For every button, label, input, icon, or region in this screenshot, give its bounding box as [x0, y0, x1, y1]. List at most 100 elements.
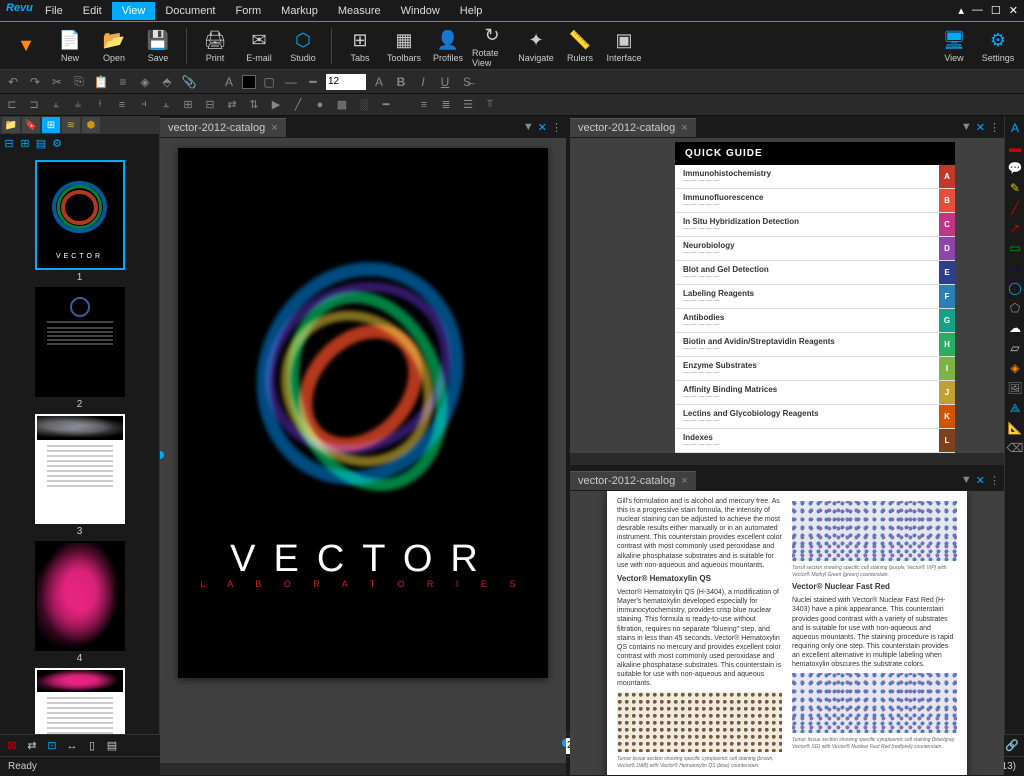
fit-page-icon[interactable]: ⊡ — [44, 738, 60, 754]
redo-icon[interactable]: ↷ — [26, 73, 44, 91]
flip-icon[interactable]: ⇄ — [224, 97, 240, 113]
view-button[interactable]: 🖥View — [934, 24, 974, 68]
split-icon[interactable]: ▼ — [523, 121, 534, 134]
panel-tab-3d[interactable]: ⬢ — [82, 117, 100, 133]
quickguide-row[interactable]: Antibodies— — — — —G — [675, 309, 955, 333]
bold-icon[interactable]: B — [392, 73, 410, 91]
align-left-icon[interactable]: ≡ — [416, 97, 432, 113]
single-icon[interactable]: ▯ — [84, 738, 100, 754]
panel-tab-layers[interactable]: ≋ — [62, 117, 80, 133]
tab-close-icon[interactable]: × — [271, 122, 277, 134]
print-button[interactable]: 🖨Print — [195, 24, 235, 68]
doc-canvas-article[interactable]: Gill's formulation and is alcohol and me… — [570, 491, 1004, 775]
font-a-icon[interactable]: A — [370, 73, 388, 91]
stamp-icon[interactable]: ◈ — [136, 73, 154, 91]
thumb-3[interactable]: 3 — [4, 414, 155, 537]
align-icon[interactable]: ⊏ — [4, 97, 20, 113]
copy-icon[interactable]: ⎘ — [70, 73, 88, 91]
split-icon[interactable]: ▼ — [961, 121, 972, 134]
quickguide-row[interactable]: Enzyme Substrates— — — — —I — [675, 357, 955, 381]
align-icon[interactable]: ⫨ — [70, 97, 86, 113]
email-button[interactable]: ✉E-mail — [239, 24, 279, 68]
tab-close-icon[interactable]: × — [681, 475, 687, 487]
navigate-button[interactable]: ✦Navigate — [516, 24, 556, 68]
panel-tab-bookmark[interactable]: 🔖 — [22, 117, 40, 133]
doc-canvas-quickguide[interactable]: QUICK GUIDE Immunohistochemistry— — — — … — [570, 138, 1004, 453]
paste-icon[interactable]: 📋 — [92, 73, 110, 91]
grid-icon[interactable]: ⊟ — [202, 97, 218, 113]
menu-icon[interactable]: ⋮ — [551, 121, 562, 134]
layers-icon[interactable]: ≡ — [114, 73, 132, 91]
quickguide-row[interactable]: In Situ Hybridization Detection— — — — —… — [675, 213, 955, 237]
quickguide-row[interactable]: Biotin and Avidin/Streptavidin Reagents—… — [675, 333, 955, 357]
grid-icon[interactable]: ⊞ — [180, 97, 196, 113]
align-top-icon[interactable]: ⫪ — [482, 97, 498, 113]
eraser-tool-icon[interactable]: ⌫ — [1007, 440, 1023, 456]
interface-button[interactable]: ▣Interface — [604, 24, 644, 68]
ribbon-dropdown[interactable]: ▼ — [6, 24, 46, 68]
note-tool-icon[interactable]: 💬 — [1007, 160, 1023, 176]
continuous-icon[interactable]: ▤ — [104, 738, 120, 754]
quickguide-row[interactable]: Lectins and Glycobiology Reagents— — — —… — [675, 405, 955, 429]
menu-measure[interactable]: Measure — [328, 2, 391, 20]
menu-window[interactable]: Window — [391, 2, 450, 20]
quickguide-row[interactable]: Indexes— — — — —L — [675, 429, 955, 453]
dist-icon[interactable]: ⫞ — [136, 97, 152, 113]
new-button[interactable]: 📄New — [50, 24, 90, 68]
thumb-list[interactable]: VECTOR 1 2 3 4 A:1 — [0, 152, 159, 734]
thick-icon[interactable]: ━ — [304, 73, 322, 91]
line-icon[interactable]: ― — [282, 73, 300, 91]
measure-tool-icon[interactable]: 📐 — [1007, 420, 1023, 436]
rotate-button[interactable]: ↻Rotate View — [472, 24, 512, 68]
cloud-tool-icon[interactable]: ☁ — [1007, 320, 1023, 336]
tab-close-icon[interactable]: × — [681, 122, 687, 134]
tool-icon[interactable]: ⬘ — [158, 73, 176, 91]
collapse-icon[interactable]: ⊟ — [2, 136, 16, 150]
hatch-icon[interactable]: ░ — [356, 97, 372, 113]
studio-button[interactable]: ⬡Studio — [283, 24, 323, 68]
split-h-icon[interactable]: ⇄ — [24, 738, 40, 754]
options-icon[interactable]: ▤ — [34, 136, 48, 150]
dot-icon[interactable]: ● — [312, 97, 328, 113]
save-button[interactable]: 💾Save — [138, 24, 178, 68]
window-up-icon[interactable]: ▴ — [958, 4, 964, 17]
menu-view[interactable]: View — [112, 2, 156, 20]
attach-icon[interactable]: 📎 — [180, 73, 198, 91]
menu-markup[interactable]: Markup — [271, 2, 328, 20]
text-tool-icon[interactable]: A — [1007, 120, 1023, 136]
menu-icon[interactable]: ⋮ — [989, 474, 1000, 487]
polygon-tool-icon[interactable]: ⬠ — [1007, 300, 1023, 316]
split-icon[interactable]: ▼ — [961, 474, 972, 487]
close-view-icon[interactable]: ✕ — [976, 474, 985, 487]
align-icon[interactable]: ≡ — [114, 97, 130, 113]
quickguide-row[interactable]: Immunohistochemistry— — — — —A — [675, 165, 955, 189]
resize-handle[interactable] — [562, 739, 566, 747]
doc-tab[interactable]: vector-2012-catalog× — [160, 118, 286, 137]
highlight-tool-icon[interactable]: ▬ — [1007, 140, 1023, 156]
strike-icon[interactable]: S̶ — [458, 73, 476, 91]
pen-tool-icon[interactable]: ✎ — [1007, 180, 1023, 196]
quickguide-row[interactable]: Neurobiology— — — — —D — [675, 237, 955, 261]
menu-document[interactable]: Document — [155, 2, 225, 20]
line-tool-icon[interactable]: ╱ — [1007, 200, 1023, 216]
h-scrollbar[interactable] — [570, 453, 1004, 465]
pattern-icon[interactable]: ▩ — [334, 97, 350, 113]
doc-canvas-main[interactable]: VECTOR L A B O R A T O R I E S — [160, 138, 566, 763]
callout-tool-icon[interactable]: ▱ — [1007, 340, 1023, 356]
font-size-input[interactable]: 12 — [326, 74, 366, 90]
align-icon[interactable]: ⊐ — [26, 97, 42, 113]
minimize-icon[interactable]: — — [972, 4, 983, 17]
tabs-button[interactable]: ⊞Tabs — [340, 24, 380, 68]
fit-width-icon[interactable]: ↔ — [64, 738, 80, 754]
align-center-icon[interactable]: ≣ — [438, 97, 454, 113]
doc-tab[interactable]: vector-2012-catalog× — [570, 118, 696, 137]
toolbars-button[interactable]: ▦Toolbars — [384, 24, 424, 68]
open-button[interactable]: 📂Open — [94, 24, 134, 68]
align-icon[interactable]: ⟊ — [92, 97, 108, 113]
thick-icon[interactable]: ━ — [378, 97, 394, 113]
underline-icon[interactable]: U — [436, 73, 454, 91]
close-view-icon[interactable]: ✕ — [976, 121, 985, 134]
thumb-a1[interactable]: A:1 — [4, 668, 155, 734]
menu-edit[interactable]: Edit — [73, 2, 112, 20]
link-icon[interactable]: 🔗 — [1004, 738, 1020, 754]
